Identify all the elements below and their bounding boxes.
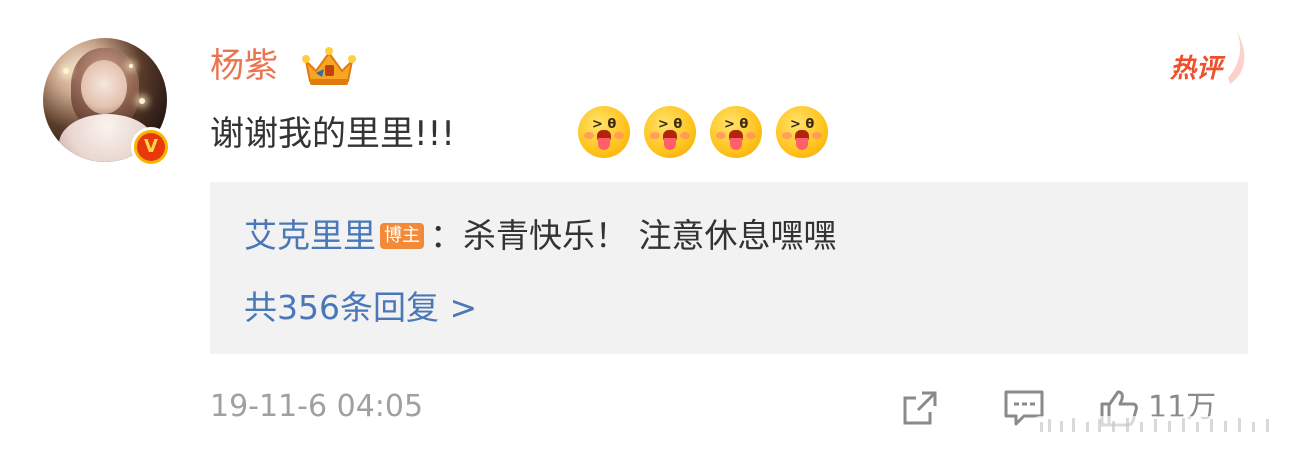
hot-comment-tag: 热评 <box>1170 54 1223 84</box>
tongue-out-emoji-icon: > θ <box>644 106 696 158</box>
view-replies-link[interactable]: 共356条回复 > <box>244 284 477 332</box>
share-button[interactable] <box>900 388 940 428</box>
timestamp: 19-11-6 04:05 <box>210 389 424 424</box>
comment-text: 谢谢我的里里!!! <box>210 114 455 154</box>
watermark <box>1030 416 1280 436</box>
reply-preview[interactable]: 艾克里里 博主 ：杀青快乐！ 注意休息嘿嘿 共356条回复 > <box>210 182 1248 354</box>
verified-badge-label: V <box>137 133 165 161</box>
tongue-out-emoji-icon: > θ <box>776 106 828 158</box>
verified-badge: V <box>131 127 171 167</box>
tongue-out-emoji-icon: > θ <box>578 106 630 158</box>
reply-text: ：杀青快乐！ 注意休息嘿嘿 <box>430 216 837 255</box>
crown-icon <box>302 47 356 85</box>
reply-line: 艾克里里 博主 ：杀青快乐！ 注意休息嘿嘿 <box>244 212 837 260</box>
tongue-out-emoji-icon: > θ <box>710 106 762 158</box>
emoji-row: > θ > θ > θ > θ <box>578 106 828 158</box>
flame-icon <box>1228 30 1245 84</box>
blogger-badge: 博主 <box>380 223 424 249</box>
share-icon <box>903 391 937 425</box>
username[interactable]: 杨紫 <box>210 44 278 88</box>
reply-author[interactable]: 艾克里里 <box>244 212 376 260</box>
